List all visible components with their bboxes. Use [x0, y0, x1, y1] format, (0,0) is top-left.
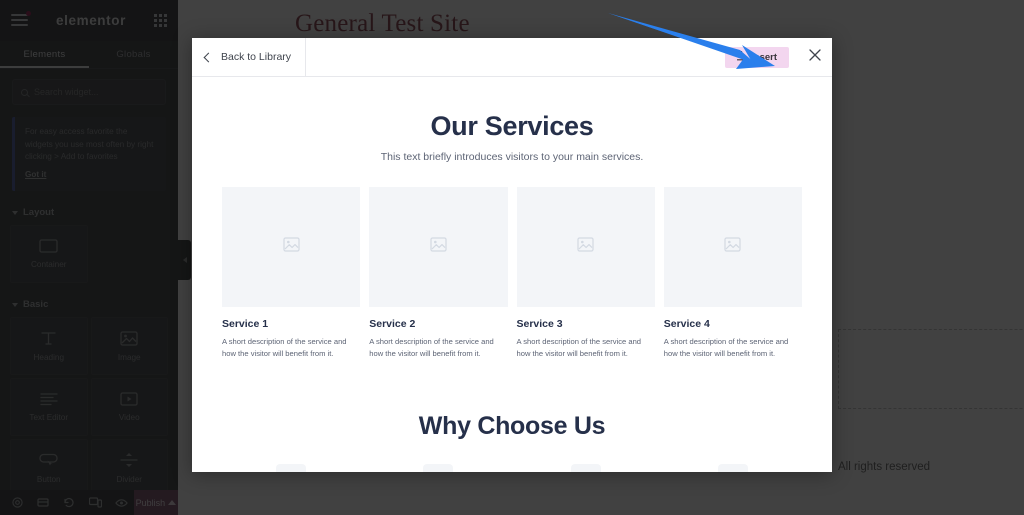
service-card: Service 2 A short description of the ser…: [369, 187, 508, 360]
icon-placeholder-icon: [276, 463, 307, 472]
image-placeholder-icon: [430, 237, 447, 257]
service-description: A short description of the service and h…: [222, 337, 347, 358]
service-description: A short description of the service and h…: [516, 337, 642, 358]
template-heading: Our Services: [430, 111, 594, 141]
service-description: A short description of the service and h…: [663, 337, 789, 358]
template-subheading: This text briefly introduces visitors to…: [380, 151, 644, 163]
template-hero: Our Services This text briefly introduce…: [192, 77, 832, 163]
insert-button-label: Insert: [751, 51, 777, 63]
close-modal-button[interactable]: [798, 38, 832, 77]
service-image-placeholder: [516, 187, 655, 307]
back-to-library-button[interactable]: Back to Library: [192, 38, 307, 77]
service-image-placeholder: [663, 187, 802, 307]
close-x-icon: [809, 48, 821, 66]
image-placeholder-icon: [577, 237, 594, 257]
image-placeholder-icon: [283, 237, 300, 257]
service-card: Service 4 A short description of the ser…: [663, 187, 802, 360]
insert-button[interactable]: Insert: [725, 46, 789, 68]
service-title: Service 1: [222, 318, 269, 330]
service-card: Service 1 A short description of the ser…: [222, 187, 361, 360]
icon-placeholder-icon: [570, 463, 601, 472]
service-title: Service 4: [663, 318, 710, 330]
service-image-placeholder: [222, 187, 361, 307]
service-image-placeholder: [369, 187, 508, 307]
icon-placeholder-icon: [423, 463, 454, 472]
back-to-library-label: Back to Library: [221, 51, 292, 63]
services-card-grid: Service 1 A short description of the ser…: [192, 163, 832, 360]
modal-header: Back to Library Insert: [192, 38, 832, 77]
template-preview-body[interactable]: Our Services This text briefly introduce…: [192, 77, 832, 472]
screenshot-root: General Test Site All rights reserved el…: [0, 0, 1024, 515]
icon-placeholder-icon: [717, 463, 748, 472]
service-card: Service 3 A short description of the ser…: [516, 187, 655, 360]
service-title: Service 2: [369, 318, 416, 330]
chevron-left-icon: [203, 52, 214, 62]
service-description: A short description of the service and h…: [369, 337, 494, 358]
template-preview-modal: Back to Library Insert Our Services This…: [192, 38, 832, 472]
image-placeholder-icon: [724, 237, 741, 257]
import-download-icon: [737, 48, 747, 66]
why-choose-us-icon-row: [192, 441, 832, 472]
why-choose-us-heading: Why Choose Us: [418, 411, 606, 440]
service-title: Service 3: [516, 318, 563, 330]
